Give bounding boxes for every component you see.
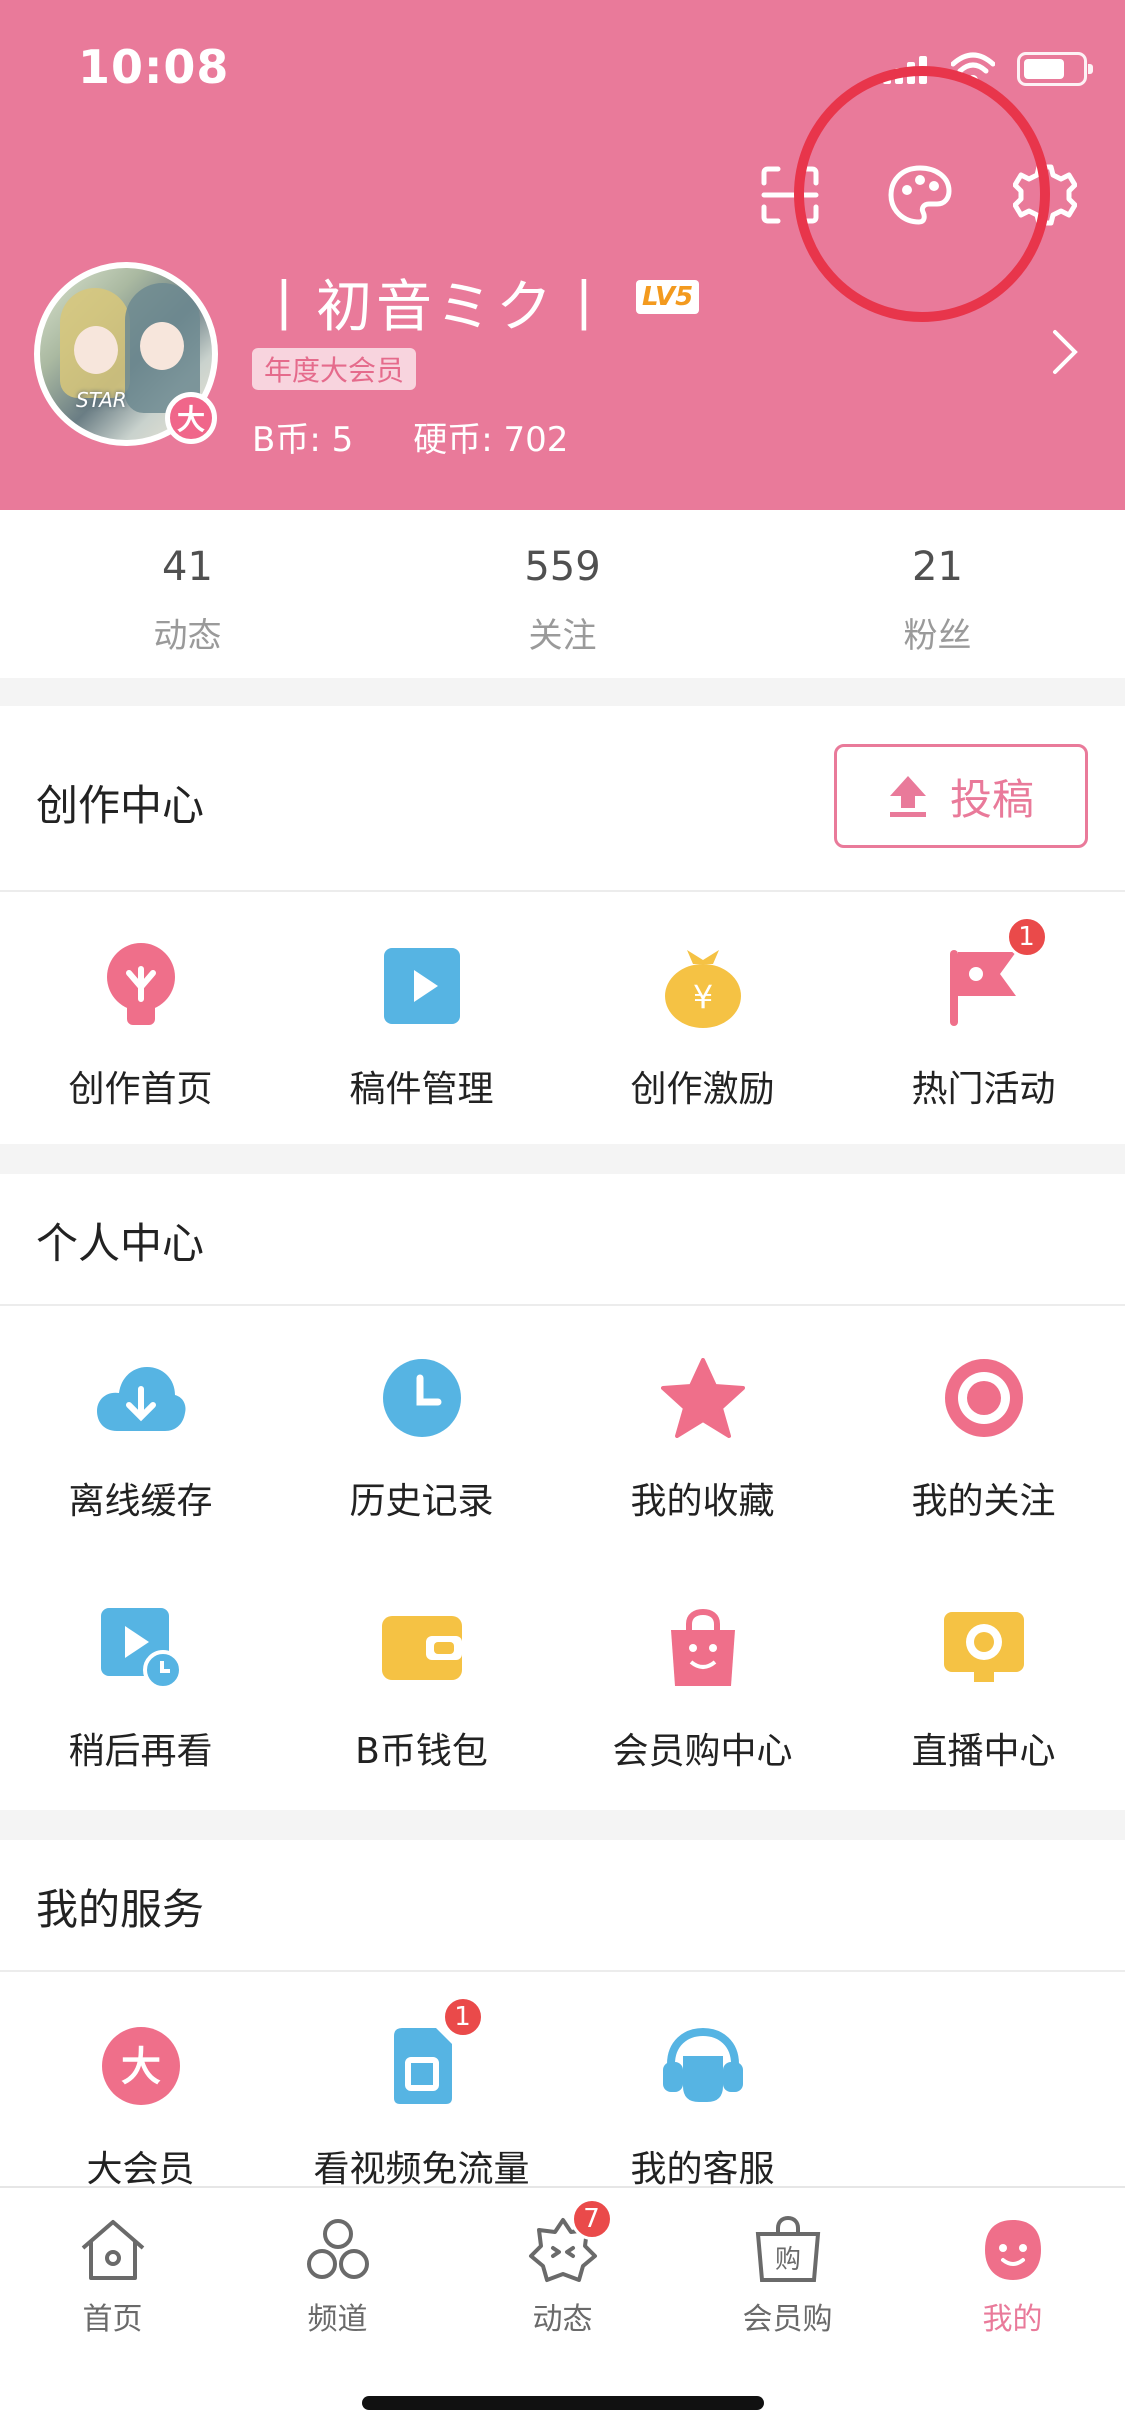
grid-item-incentive[interactable]: ¥ 创作激励 — [562, 936, 843, 1112]
sim-card-icon: 1 — [372, 1996, 484, 2116]
grid-item-free-data[interactable]: 1 看视频免流量 — [281, 1996, 562, 2192]
tab-home[interactable]: 首页 — [0, 2214, 225, 2338]
grid-item-manuscript[interactable]: 稿件管理 — [281, 936, 562, 1112]
wallet-icon — [372, 1598, 472, 1698]
personal-center: 个人中心 离线缓存 历史记录 我的收藏 我的关注 稍后再看 B币钱包 会员购中心… — [0, 1174, 1125, 1810]
headset-icon — [653, 2016, 753, 2116]
shop-icon: 购 — [752, 2214, 824, 2286]
grid-item-wallet[interactable]: B币钱包 — [281, 1598, 562, 1774]
grid-item-mall-center[interactable]: 会员购中心 — [562, 1598, 843, 1774]
shopping-bag-icon — [653, 1598, 753, 1698]
play-square-icon — [372, 936, 472, 1036]
section-title: 个人中心 — [36, 1219, 205, 1268]
tab-shop[interactable]: 购 会员购 — [675, 2214, 900, 2338]
status-time: 10:08 — [78, 40, 230, 94]
grid-item-creation-home[interactable]: 创作首页 — [0, 936, 281, 1112]
battery-icon — [1017, 52, 1093, 86]
stat-following[interactable]: 559 关注 — [375, 510, 750, 678]
hard-coin: 硬币: 702 — [413, 420, 569, 460]
live-tv-icon — [934, 1598, 1034, 1698]
username: 丨初音ミク丨 — [256, 275, 616, 340]
grid-item-big-vip[interactable]: 大 大会员 — [0, 2016, 281, 2192]
svg-text:购: 购 — [774, 2245, 800, 2275]
clock-icon — [372, 1348, 472, 1448]
grid-item-offline-cache[interactable]: 离线缓存 — [0, 1348, 281, 1524]
vip-tag: 年度大会员 — [252, 348, 417, 390]
grid-item-watch-later[interactable]: 稍后再看 — [0, 1598, 281, 1774]
creation-center: 创作中心 投稿 创作首页 稿件管理 ¥ 创作激励 1 热门活动 — [0, 706, 1125, 1144]
notification-badge: 1 — [1005, 916, 1048, 958]
my-services: 我的服务 大 大会员 1 看视频免流量 我的客服 — [0, 1840, 1125, 2190]
flag-icon: 1 — [934, 916, 1048, 1036]
money-bag-icon: ¥ — [653, 936, 753, 1036]
stats-bar: 41 动态 559 关注 21 粉丝 — [0, 510, 1125, 678]
notification-badge: 1 — [441, 1996, 484, 2038]
dynamic-icon: 7 — [527, 2198, 613, 2286]
highlight-circle — [794, 66, 1050, 322]
svg-text:大: 大 — [121, 2044, 161, 2090]
grid-item-hot-activity[interactable]: 1 热门活动 — [843, 916, 1124, 1112]
channel-icon — [302, 2214, 374, 2286]
home-indicator — [362, 2396, 764, 2410]
vip-icon: 大 — [91, 2016, 191, 2116]
level-badge: LV5 — [636, 280, 700, 314]
grid-item-my-following[interactable]: 我的关注 — [843, 1348, 1124, 1524]
lightbulb-icon — [91, 936, 191, 1036]
svg-text:¥: ¥ — [692, 978, 712, 1016]
tab-mine[interactable]: 我的 — [900, 2214, 1125, 2338]
grid-item-customer-service[interactable]: 我的客服 — [562, 2016, 843, 2192]
profile-header: 10:08 STAR 大 丨初音ミク丨 LV5 年度大会员 B币: 5 硬币: … — [0, 0, 1125, 510]
chevron-right-icon[interactable] — [1051, 328, 1079, 376]
grid-item-live-center[interactable]: 直播中心 — [843, 1598, 1124, 1774]
stat-dynamic[interactable]: 41 动态 — [0, 510, 375, 678]
coin-info: B币: 5 硬币: 702 — [252, 412, 568, 461]
b-coin: B币: 5 — [252, 420, 354, 460]
vip-avatar-badge: 大 — [165, 392, 217, 444]
grid-item-history[interactable]: 历史记录 — [281, 1348, 562, 1524]
tab-channel[interactable]: 频道 — [225, 2214, 450, 2338]
notification-badge: 7 — [570, 2198, 613, 2240]
cloud-download-icon — [91, 1348, 191, 1448]
grid-item-favorites[interactable]: 我的收藏 — [562, 1348, 843, 1524]
upload-icon — [889, 776, 926, 817]
section-title: 创作中心 — [36, 781, 205, 830]
section-title: 我的服务 — [36, 1885, 205, 1934]
star-icon — [653, 1348, 753, 1448]
tab-dynamic[interactable]: 7 动态 — [450, 2198, 675, 2338]
stat-fans[interactable]: 21 粉丝 — [750, 510, 1125, 678]
home-icon — [77, 2214, 149, 2286]
target-icon — [934, 1348, 1034, 1448]
watch-later-icon — [91, 1598, 191, 1698]
upload-button[interactable]: 投稿 — [834, 744, 1088, 848]
mine-icon — [977, 2214, 1049, 2286]
